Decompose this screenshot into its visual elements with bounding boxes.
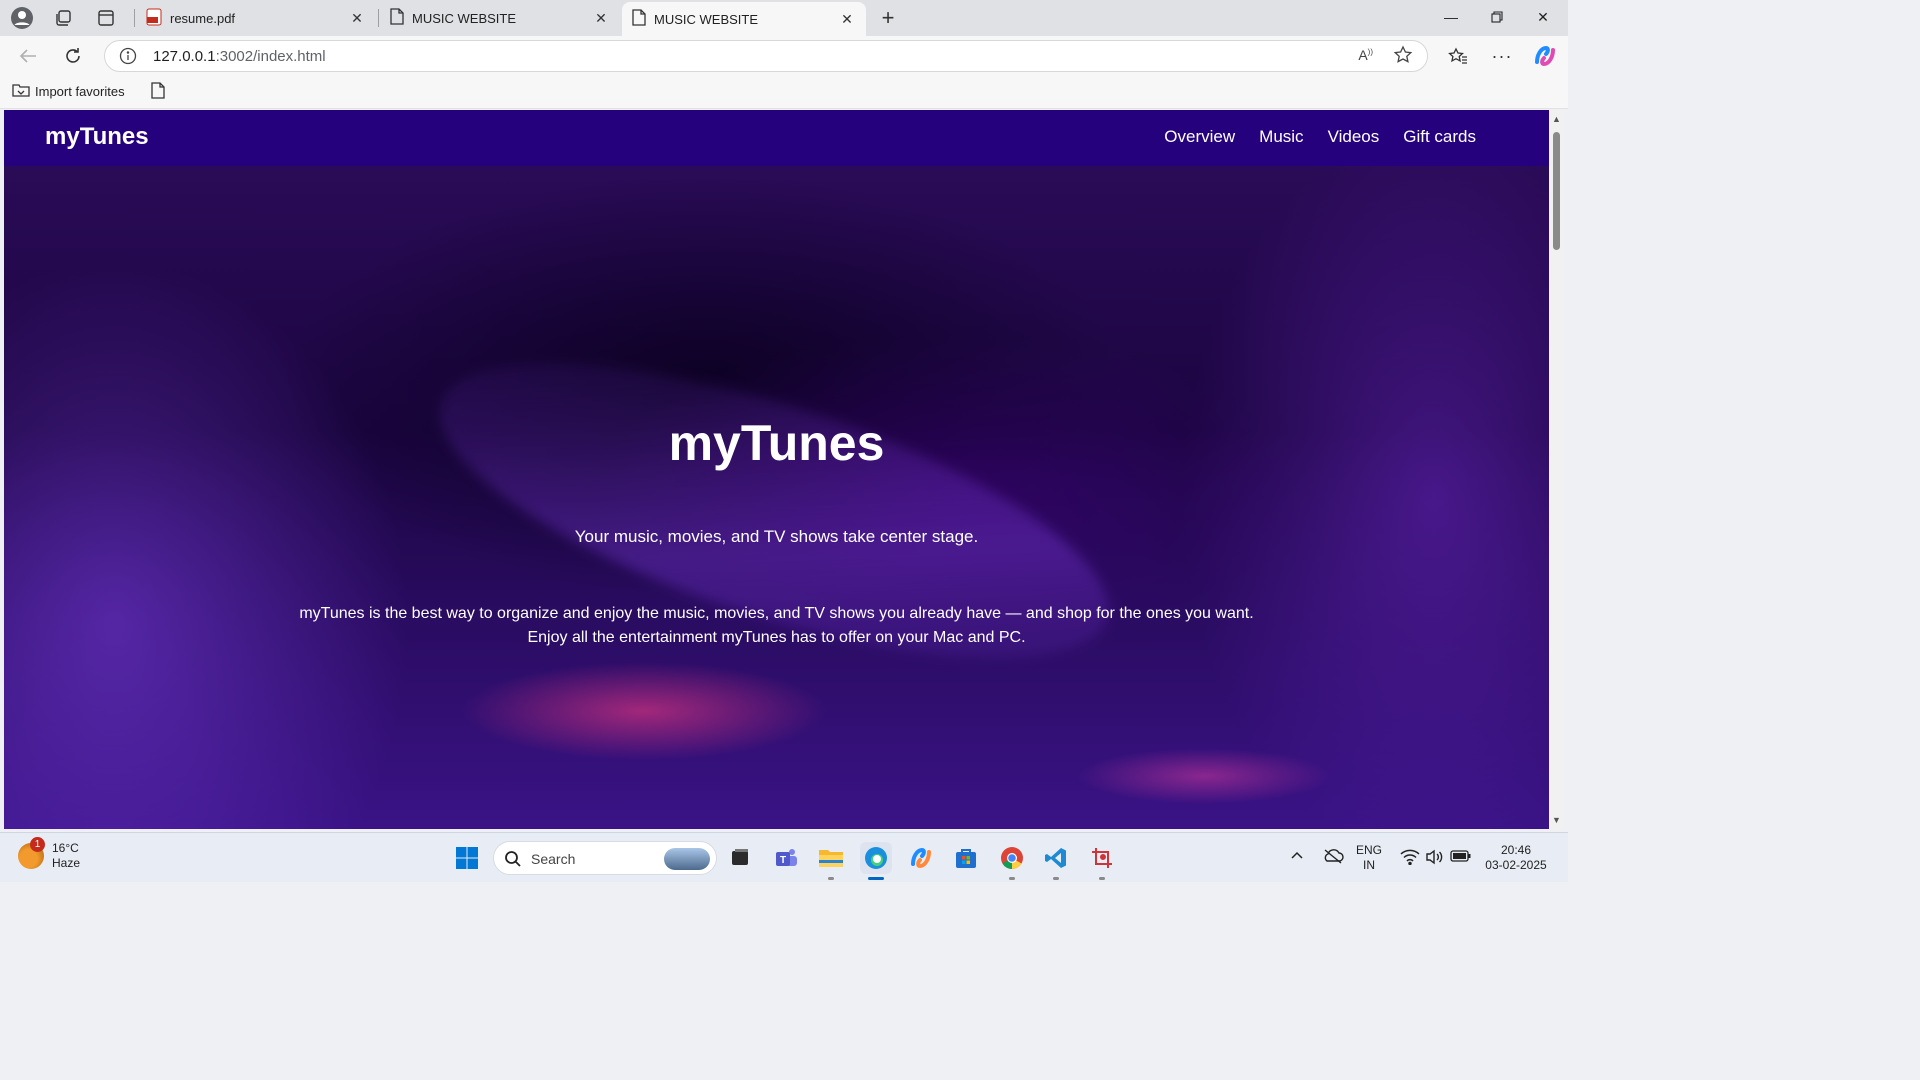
tab-title: MUSIC WEBSITE — [654, 11, 759, 27]
restore-icon[interactable] — [1474, 0, 1520, 34]
profile-icon[interactable] — [8, 4, 36, 32]
tab-music-website[interactable]: MUSIC WEBSITE ✕ — [380, 2, 620, 34]
tab-title: resume.pdf — [170, 10, 236, 26]
vscode-icon[interactable] — [1040, 842, 1072, 880]
back-icon[interactable] — [14, 42, 42, 70]
snipping-tool-icon[interactable] — [1086, 842, 1118, 880]
hero-background-image — [408, 302, 1140, 720]
close-tab-icon[interactable]: ✕ — [838, 11, 856, 28]
search-highlight-icon — [664, 848, 710, 870]
nav-links: Overview Music Videos Gift cards — [1164, 127, 1476, 147]
nav-gift-cards[interactable]: Gift cards — [1403, 127, 1476, 147]
address-bar[interactable]: 127.0.0.1:3002/index.html A)) — [104, 40, 1428, 72]
notification-badge: 1 — [30, 837, 45, 852]
import-favorites-button[interactable]: Import favorites — [12, 82, 125, 101]
close-window-icon[interactable]: ✕ — [1520, 0, 1566, 34]
edge-icon[interactable] — [860, 842, 892, 880]
page-scrollbar[interactable]: ▲ ▼ — [1549, 110, 1564, 829]
nav-videos[interactable]: Videos — [1328, 127, 1380, 147]
tab-strip: resume.pdf ✕ MUSIC WEBSITE ✕ MUSIC WEBSI… — [0, 0, 1568, 36]
chrome-icon[interactable] — [996, 842, 1028, 880]
nav-music[interactable]: Music — [1259, 127, 1303, 147]
page-viewport: myTunes Overview Music Videos Gift cards… — [4, 110, 1549, 829]
read-aloud-icon[interactable]: A)) — [1358, 47, 1373, 63]
favorites-bar: Import favorites — [0, 76, 1568, 109]
favorites-icon[interactable] — [1444, 42, 1472, 70]
import-icon — [12, 82, 30, 101]
volume-icon[interactable] — [1425, 849, 1445, 869]
clock-date: 03-02-2025 — [1485, 858, 1547, 872]
browser-toolbar: 127.0.0.1:3002/index.html A)) ··· — [0, 36, 1568, 76]
clock-time: 20:46 — [1500, 843, 1532, 857]
new-tab-icon[interactable]: + — [874, 4, 902, 32]
task-view-icon[interactable] — [724, 842, 756, 874]
hero-title: myTunes — [668, 415, 885, 471]
weather-temp: 16°C — [52, 841, 79, 855]
hero-description: myTunes is the best way to organize and … — [4, 602, 1549, 650]
page-icon — [390, 8, 404, 28]
search-icon — [504, 850, 522, 873]
start-icon[interactable] — [451, 842, 483, 874]
workspaces-icon[interactable] — [49, 4, 77, 32]
onedrive-offline-icon[interactable] — [1322, 848, 1344, 868]
search-placeholder: Search — [531, 851, 576, 867]
hero-description-line: Enjoy all the entertainment myTunes has … — [527, 629, 1026, 646]
tab-music-website-active[interactable]: MUSIC WEBSITE ✕ — [622, 2, 866, 36]
other-favorites-icon[interactable] — [151, 82, 165, 99]
taskbar-search[interactable]: Search — [493, 841, 717, 875]
teams-icon[interactable]: T — [770, 842, 802, 874]
show-hidden-icons[interactable] — [1290, 849, 1304, 864]
more-menu-icon[interactable]: ··· — [1488, 42, 1516, 70]
hero-section: myTunes Your music, movies, and TV shows… — [4, 166, 1549, 829]
hero-description-line: myTunes is the best way to organize and … — [299, 605, 1254, 622]
pdf-icon — [146, 8, 162, 29]
refresh-icon[interactable] — [59, 42, 87, 70]
close-tab-icon[interactable]: ✕ — [348, 10, 366, 27]
favorite-star-icon[interactable] — [1393, 45, 1413, 70]
vertical-tabs-icon[interactable] — [92, 4, 120, 32]
input-language[interactable]: ENG IN — [1356, 843, 1382, 873]
svg-text:T: T — [780, 855, 786, 866]
minimize-icon[interactable]: — — [1428, 0, 1474, 34]
file-explorer-icon[interactable] — [815, 842, 847, 880]
site-navbar: myTunes Overview Music Videos Gift cards — [4, 110, 1549, 166]
page-icon — [632, 9, 646, 29]
close-tab-icon[interactable]: ✕ — [592, 10, 610, 27]
battery-icon[interactable] — [1450, 849, 1472, 867]
weather-condition: Haze — [52, 856, 81, 870]
tab-resume-pdf[interactable]: resume.pdf ✕ — [136, 2, 376, 34]
url-text: 127.0.0.1:3002/index.html — [153, 48, 326, 65]
hero-subtitle: Your music, movies, and TV shows take ce… — [574, 527, 979, 546]
site-info-icon[interactable] — [119, 47, 137, 70]
import-favorites-label: Import favorites — [35, 84, 125, 99]
scroll-thumb[interactable] — [1553, 132, 1560, 250]
copilot-app-icon[interactable] — [905, 842, 937, 874]
brand-logo[interactable]: myTunes — [45, 123, 149, 151]
windows-taskbar: 1 16°C Haze Search T ENG IN 20:46 03-02-… — [0, 832, 1568, 882]
clock[interactable]: 20:46 03-02-2025 — [1480, 843, 1552, 873]
weather-widget[interactable]: 1 16°C Haze — [18, 837, 81, 871]
nav-overview[interactable]: Overview — [1164, 127, 1235, 147]
scroll-up-icon[interactable]: ▲ — [1551, 114, 1562, 124]
copilot-icon[interactable] — [1531, 42, 1559, 70]
tab-title: MUSIC WEBSITE — [412, 10, 517, 26]
wifi-icon[interactable] — [1400, 849, 1420, 869]
microsoft-store-icon[interactable] — [950, 842, 982, 874]
weather-icon: 1 — [18, 837, 45, 869]
scroll-down-icon[interactable]: ▼ — [1551, 815, 1562, 825]
